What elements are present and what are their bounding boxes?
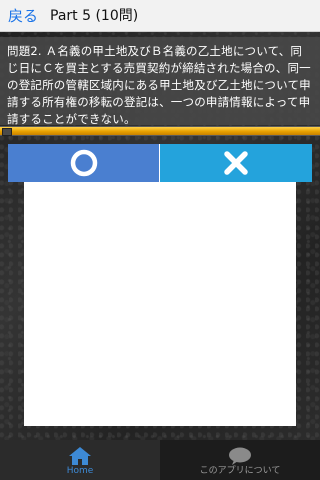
home-icon bbox=[69, 447, 91, 465]
bottom-navigation: Home このアプリについて bbox=[0, 440, 320, 480]
progress-fill bbox=[0, 127, 320, 135]
back-button[interactable]: 戻る bbox=[8, 0, 50, 32]
circle-icon bbox=[70, 149, 97, 177]
question-text: 問題2. Ａ名義の甲土地及びＢ名義の乙土地について、同じ日にＣを買主とする売買契… bbox=[7, 44, 311, 126]
question-panel: 問題2. Ａ名義の甲土地及びＢ名義の乙土地について、同じ日にＣを買主とする売買契… bbox=[0, 37, 320, 126]
speech-bubble-icon bbox=[229, 447, 251, 465]
nav-label-about: このアプリについて bbox=[199, 466, 281, 476]
progress-bar bbox=[0, 126, 320, 136]
answer-buttons bbox=[8, 144, 312, 182]
cross-icon bbox=[224, 151, 248, 175]
answer-explanation-panel bbox=[24, 182, 296, 426]
page-title: Part 5 (10問) bbox=[50, 7, 139, 24]
wrong-answer-button[interactable] bbox=[160, 144, 312, 182]
nav-item-home[interactable]: Home bbox=[0, 440, 160, 480]
nav-item-about[interactable]: このアプリについて bbox=[160, 440, 320, 480]
correct-answer-button[interactable] bbox=[8, 144, 160, 182]
header-bar: 戻る Part 5 (10問) bbox=[0, 0, 320, 32]
progress-handle bbox=[2, 128, 12, 136]
nav-label-home: Home bbox=[66, 466, 94, 476]
